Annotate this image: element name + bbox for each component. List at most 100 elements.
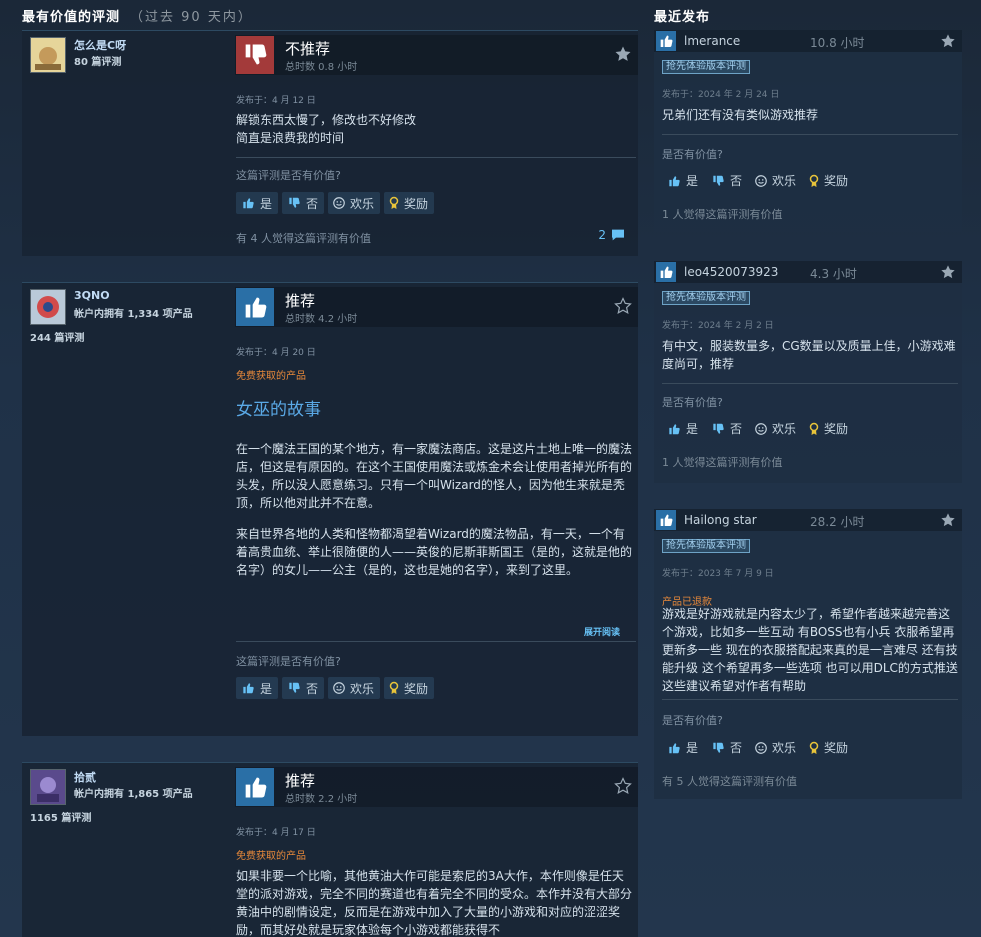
author-name[interactable]: 拾贰 <box>74 769 96 785</box>
vote-yes-button[interactable]: 是 <box>236 677 279 699</box>
review-line: 解锁东西太慢了，修改也不好修改 <box>236 113 417 127</box>
review-text-paragraph: 在一个魔法王国的某个地方，有一家魔法商店。这是这片土地上唯一的魔法店，但这是有原… <box>236 442 633 510</box>
divider <box>662 134 958 135</box>
vote-header[interactable]: 不推荐 总时数 0.8 小时 <box>235 35 638 75</box>
thumbs-up-icon <box>656 262 676 282</box>
author-review-count[interactable]: 1165 篇评测 <box>30 809 91 824</box>
helpful-question: 这篇评测是否有价值? <box>236 169 341 182</box>
review-text: 解锁东西太慢了，修改也不好修改 简直是浪费我的时间 <box>236 111 632 147</box>
vote-buttons: 是 否 欢乐 奖励 <box>666 420 848 437</box>
author-products[interactable]: 帐户内拥有 1,334 项产品 <box>74 305 193 320</box>
avatar-image <box>31 38 65 72</box>
helpful-question: 这篇评测是否有价值? <box>236 655 341 668</box>
author-review-count[interactable]: 244 篇评测 <box>30 329 84 344</box>
vote-no-button[interactable]: 否 <box>710 739 742 756</box>
thumbs-up-icon <box>669 742 680 753</box>
vote-header[interactable]: 推荐 总时数 2.2 小时 <box>235 767 638 807</box>
vote-no-button[interactable]: 否 <box>710 420 742 437</box>
review-text-paragraph: 来自世界各地的人类和怪物都渴望着Wizard的魔法物品，有一天，一个有着高贵血统… <box>236 527 633 577</box>
star-icon[interactable] <box>940 33 956 49</box>
playtime: 总时数 0.8 小时 <box>285 62 358 73</box>
vote-yes-button[interactable]: 是 <box>666 420 698 437</box>
vote-title: 不推荐 <box>285 40 331 58</box>
award-button[interactable]: 奖励 <box>808 420 848 437</box>
vote-title: 推荐 <box>285 772 316 790</box>
playtime: 10.8 小时 <box>810 36 865 50</box>
vote-title: 推荐 <box>285 292 316 310</box>
helpful-question: 是否有价值? <box>662 714 723 727</box>
playtime: 28.2 小时 <box>810 515 865 529</box>
author-name[interactable]: 3QNO <box>74 289 110 302</box>
recent-review-header[interactable]: lmerance 10.8 小时 <box>654 30 962 52</box>
award-button[interactable]: 奖励 <box>384 192 435 214</box>
author-products[interactable]: 帐户内拥有 1,865 项产品 <box>74 785 193 800</box>
section-title-most-helpful: 最有价值的评测 （过去 90 天内） <box>22 6 253 25</box>
expand-read-link[interactable]: 展开阅读 <box>584 625 620 638</box>
vote-yes-button[interactable]: 是 <box>666 172 698 189</box>
thumbs-down-icon <box>289 682 300 693</box>
award-label: 奖励 <box>404 196 429 211</box>
reviewer-name[interactable]: lmerance <box>684 34 740 48</box>
thumbs-up-icon <box>656 510 676 530</box>
reviewer-name[interactable]: leo4520073923 <box>684 265 778 279</box>
posted-date: 发布于：2024 年 2 月 2 日 <box>662 321 774 331</box>
award-label: 奖励 <box>824 174 849 188</box>
vote-funny-label: 欢乐 <box>772 741 797 755</box>
vote-funny-button[interactable]: 欢乐 <box>754 172 796 189</box>
vote-buttons: 是 否 欢乐 奖励 <box>236 192 435 214</box>
helpful-question: 是否有价值? <box>662 396 723 409</box>
award-icon <box>809 422 819 435</box>
vote-no-button[interactable]: 否 <box>282 677 325 699</box>
award-icon <box>809 741 819 754</box>
award-icon <box>809 174 819 187</box>
star-icon[interactable] <box>614 45 632 63</box>
recent-review-header[interactable]: Hailong star 28.2 小时 <box>654 509 962 531</box>
section-subtitle: （过去 90 天内） <box>130 10 253 25</box>
award-button[interactable]: 奖励 <box>808 172 848 189</box>
vote-no-button[interactable]: 否 <box>282 192 325 214</box>
vote-yes-label: 是 <box>260 196 273 211</box>
vote-yes-button[interactable]: 是 <box>666 739 698 756</box>
author-name[interactable]: 怎么是C呀 <box>74 37 126 53</box>
helpful-count: 有 4 人觉得这篇评测有价值 <box>236 232 371 245</box>
vote-funny-label: 欢乐 <box>350 681 375 696</box>
section-title-recent: 最近发布 <box>654 10 711 25</box>
early-access-badge: 抢先体验版本评测 <box>662 60 750 74</box>
thumbs-up-icon <box>243 683 254 694</box>
free-product-tag: 免费获取的产品 <box>236 851 306 862</box>
section-title-text: 最有价值的评测 <box>22 10 121 25</box>
thumbs-up-icon <box>243 198 254 209</box>
vote-yes-button[interactable]: 是 <box>236 192 279 214</box>
vote-yes-label: 是 <box>260 681 273 696</box>
star-outline-icon[interactable] <box>614 777 632 795</box>
star-outline-icon[interactable] <box>614 297 632 315</box>
recent-review-card: leo4520073923 4.3 小时 抢先体验版本评测 发布于：2024 年… <box>654 261 962 483</box>
divider <box>236 641 636 642</box>
reviewer-name[interactable]: Hailong star <box>684 513 757 527</box>
review-heading: 女巫的故事 <box>236 400 321 420</box>
smiley-icon <box>755 174 767 187</box>
vote-funny-button[interactable]: 欢乐 <box>328 677 381 699</box>
star-icon[interactable] <box>940 264 956 280</box>
star-icon[interactable] <box>940 512 956 528</box>
playtime: 总时数 4.2 小时 <box>285 314 358 325</box>
helpful-count: 1 人觉得这篇评测有价值 <box>662 456 783 469</box>
award-button[interactable]: 奖励 <box>384 677 435 699</box>
recent-review-header[interactable]: leo4520073923 4.3 小时 <box>654 261 962 283</box>
avatar[interactable] <box>30 769 66 805</box>
vote-funny-button[interactable]: 欢乐 <box>754 420 796 437</box>
comment-count[interactable]: 2 <box>598 227 626 243</box>
vote-funny-button[interactable]: 欢乐 <box>754 739 796 756</box>
vote-header[interactable]: 推荐 总时数 4.2 小时 <box>235 287 638 327</box>
review-text: 有中文，服装数量多，CG数量以及质量上佳，小游戏难度尚可，推荐 <box>662 339 956 371</box>
divider <box>236 157 636 158</box>
smiley-icon <box>333 197 345 209</box>
avatar[interactable] <box>30 289 66 325</box>
vote-funny-label: 欢乐 <box>772 174 797 188</box>
vote-no-button[interactable]: 否 <box>710 172 742 189</box>
author-review-count[interactable]: 80 篇评测 <box>74 53 121 68</box>
avatar[interactable] <box>30 37 66 73</box>
early-access-badge: 抢先体验版本评测 <box>662 291 750 305</box>
vote-funny-button[interactable]: 欢乐 <box>328 192 381 214</box>
award-button[interactable]: 奖励 <box>808 739 848 756</box>
